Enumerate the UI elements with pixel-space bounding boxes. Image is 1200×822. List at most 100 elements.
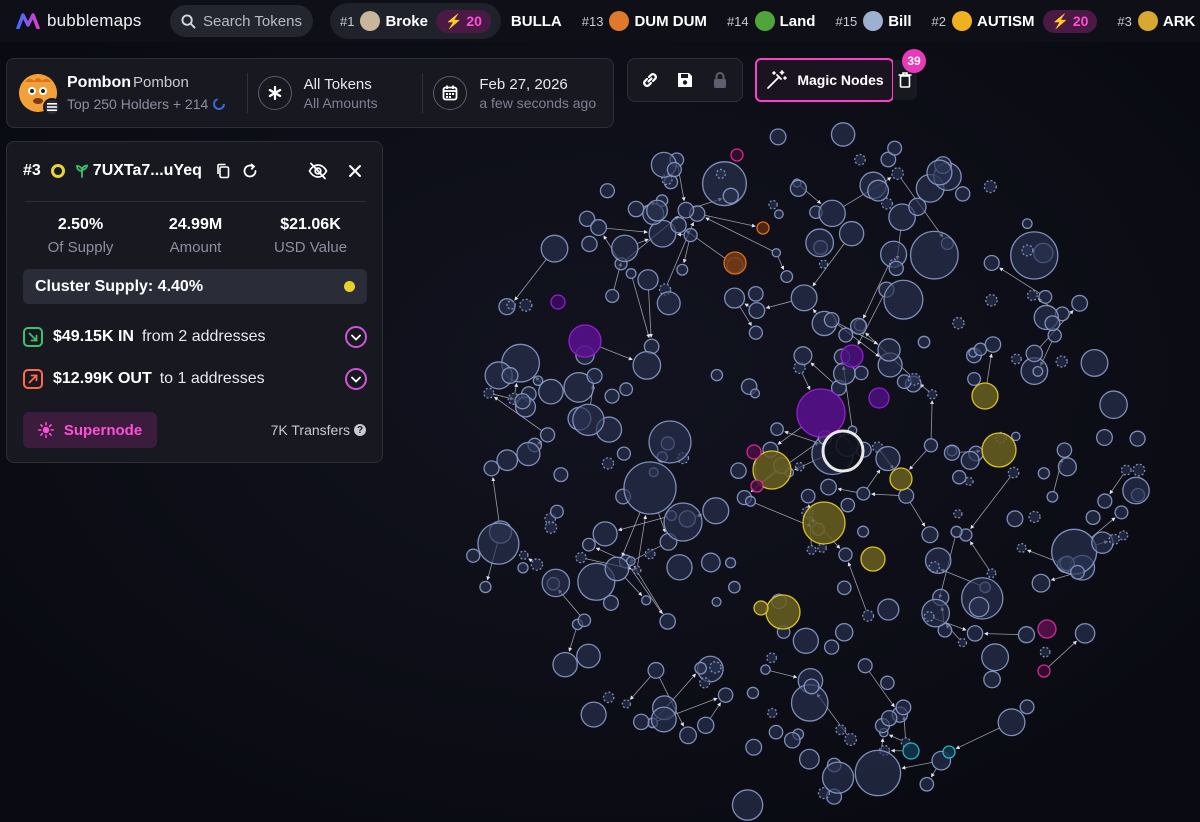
holder-bubble[interactable] bbox=[768, 199, 778, 210]
holder-bubble[interactable] bbox=[1025, 344, 1044, 363]
holder-bubble[interactable] bbox=[627, 200, 645, 218]
holder-bubble[interactable] bbox=[766, 652, 778, 664]
holder-bubble[interactable] bbox=[877, 598, 900, 621]
trending-token-dum-dum[interactable]: #13 DUM DUM bbox=[572, 3, 717, 39]
holder-bubble[interactable] bbox=[765, 594, 801, 630]
holder-bubble[interactable] bbox=[836, 580, 852, 596]
holder-bubble[interactable] bbox=[860, 546, 886, 572]
holder-bubble[interactable] bbox=[790, 284, 818, 312]
holder-bubble[interactable] bbox=[926, 159, 953, 186]
holder-bubble[interactable] bbox=[840, 497, 856, 513]
holder-bubble[interactable] bbox=[830, 122, 856, 147]
holder-bubble[interactable] bbox=[625, 268, 637, 280]
holder-bubble[interactable] bbox=[1114, 505, 1129, 520]
holder-bubble[interactable] bbox=[1057, 457, 1077, 477]
holder-bubble[interactable] bbox=[604, 388, 620, 404]
holder-bubble[interactable] bbox=[1031, 573, 1051, 593]
holder-bubble[interactable] bbox=[954, 186, 971, 202]
holder-bubble[interactable] bbox=[592, 521, 618, 547]
holder-bubble[interactable] bbox=[923, 610, 935, 622]
holder-bubble[interactable] bbox=[856, 486, 871, 501]
holder-bubble[interactable] bbox=[983, 254, 1000, 272]
holder-bubble[interactable] bbox=[895, 699, 912, 716]
cluster-supply-row[interactable]: Cluster Supply: 4.40% bbox=[23, 269, 367, 304]
holder-bubble[interactable] bbox=[1037, 664, 1051, 678]
holder-bubble[interactable] bbox=[717, 687, 734, 703]
holder-bubble[interactable] bbox=[952, 316, 965, 330]
holder-bubble[interactable] bbox=[679, 726, 698, 745]
holder-bubble[interactable] bbox=[880, 675, 895, 691]
holder-bubble[interactable] bbox=[1019, 699, 1035, 715]
holder-bubble[interactable] bbox=[823, 639, 840, 655]
holder-bubble[interactable] bbox=[789, 179, 808, 198]
holder-bubble[interactable] bbox=[748, 301, 766, 320]
holder-bubble[interactable] bbox=[921, 526, 939, 544]
holder-bubble[interactable] bbox=[709, 661, 722, 674]
holder-bubble[interactable] bbox=[728, 580, 741, 594]
holder-bubble[interactable] bbox=[659, 613, 677, 630]
holder-bubble[interactable] bbox=[575, 551, 587, 564]
holder-bubble[interactable] bbox=[650, 706, 677, 733]
holder-bubble[interactable] bbox=[710, 368, 724, 382]
holder-bubble[interactable] bbox=[623, 461, 677, 515]
holder-bubble[interactable] bbox=[1129, 430, 1146, 447]
holder-bubble[interactable] bbox=[1108, 533, 1120, 546]
holder-bubble[interactable] bbox=[1032, 365, 1044, 377]
holder-bubble[interactable] bbox=[576, 643, 601, 669]
holder-bubble[interactable] bbox=[1021, 218, 1033, 230]
outflow-row[interactable]: $12.99K OUT to 1 addresses bbox=[23, 364, 367, 394]
holder-bubble[interactable] bbox=[756, 221, 770, 235]
holder-bubble[interactable] bbox=[730, 462, 747, 480]
holder-bubble[interactable] bbox=[805, 228, 835, 258]
holder-bubble[interactable] bbox=[769, 128, 787, 146]
holder-bubble[interactable] bbox=[943, 444, 961, 461]
holder-bubble[interactable] bbox=[821, 429, 865, 473]
holder-bubble[interactable] bbox=[506, 300, 516, 310]
holder-bubble[interactable] bbox=[951, 469, 967, 485]
trending-token-ark[interactable]: #3 ARK bbox=[1107, 3, 1200, 39]
holder-bubble[interactable] bbox=[632, 565, 642, 575]
holder-bubble[interactable] bbox=[552, 651, 578, 678]
holder-bubble[interactable] bbox=[909, 230, 959, 280]
trending-token-autism[interactable]: #2 AUTISM ⚡ 20 bbox=[922, 3, 1108, 39]
holder-bubble[interactable] bbox=[986, 568, 997, 579]
holder-bubble[interactable] bbox=[1095, 429, 1113, 447]
holder-bubble[interactable] bbox=[663, 502, 703, 542]
holder-bubble[interactable] bbox=[530, 558, 544, 571]
holder-bubble[interactable] bbox=[590, 219, 608, 237]
holder-bubble[interactable] bbox=[968, 596, 990, 618]
holder-bubble[interactable] bbox=[517, 562, 529, 574]
holder-bubble[interactable] bbox=[794, 461, 805, 472]
holder-bubble[interactable] bbox=[835, 724, 847, 736]
holder-bubble[interactable] bbox=[771, 248, 782, 258]
holder-bubble[interactable] bbox=[1046, 490, 1059, 503]
holder-bubble[interactable] bbox=[1016, 542, 1027, 553]
holder-bubble[interactable] bbox=[802, 501, 846, 545]
expand-inflow-chevron-icon[interactable] bbox=[345, 326, 367, 348]
holder-bubble[interactable] bbox=[744, 495, 757, 507]
holder-bubble[interactable] bbox=[803, 678, 820, 695]
holder-bubble[interactable] bbox=[780, 270, 794, 284]
holder-bubble[interactable] bbox=[1007, 466, 1020, 479]
holder-bubble[interactable] bbox=[747, 285, 764, 302]
holder-bubble[interactable] bbox=[838, 327, 854, 343]
holder-bubble[interactable] bbox=[783, 731, 801, 749]
trending-token-bulla[interactable]: BULLA bbox=[501, 3, 572, 39]
holder-bubble[interactable] bbox=[773, 209, 784, 220]
holder-bubble[interactable] bbox=[731, 789, 764, 821]
holder-bubble[interactable] bbox=[666, 161, 683, 178]
holder-bubble[interactable] bbox=[611, 234, 639, 263]
holder-bubble[interactable] bbox=[641, 595, 652, 606]
holder-bubble[interactable] bbox=[862, 609, 875, 622]
holder-bubble[interactable] bbox=[568, 324, 602, 358]
holder-bubble[interactable] bbox=[748, 325, 764, 340]
holder-bubble[interactable] bbox=[1097, 493, 1113, 509]
date-picker-button[interactable]: Feb 27, 2026 a few seconds ago bbox=[433, 76, 613, 111]
holder-bubble[interactable] bbox=[838, 220, 865, 247]
holder-bubble[interactable] bbox=[1055, 355, 1068, 368]
holder-bubble[interactable] bbox=[923, 438, 939, 453]
holder-bubble[interactable] bbox=[760, 664, 771, 675]
holder-bubble[interactable] bbox=[730, 148, 744, 162]
holder-bubble[interactable] bbox=[677, 201, 695, 219]
holder-bubble[interactable] bbox=[1071, 294, 1089, 312]
